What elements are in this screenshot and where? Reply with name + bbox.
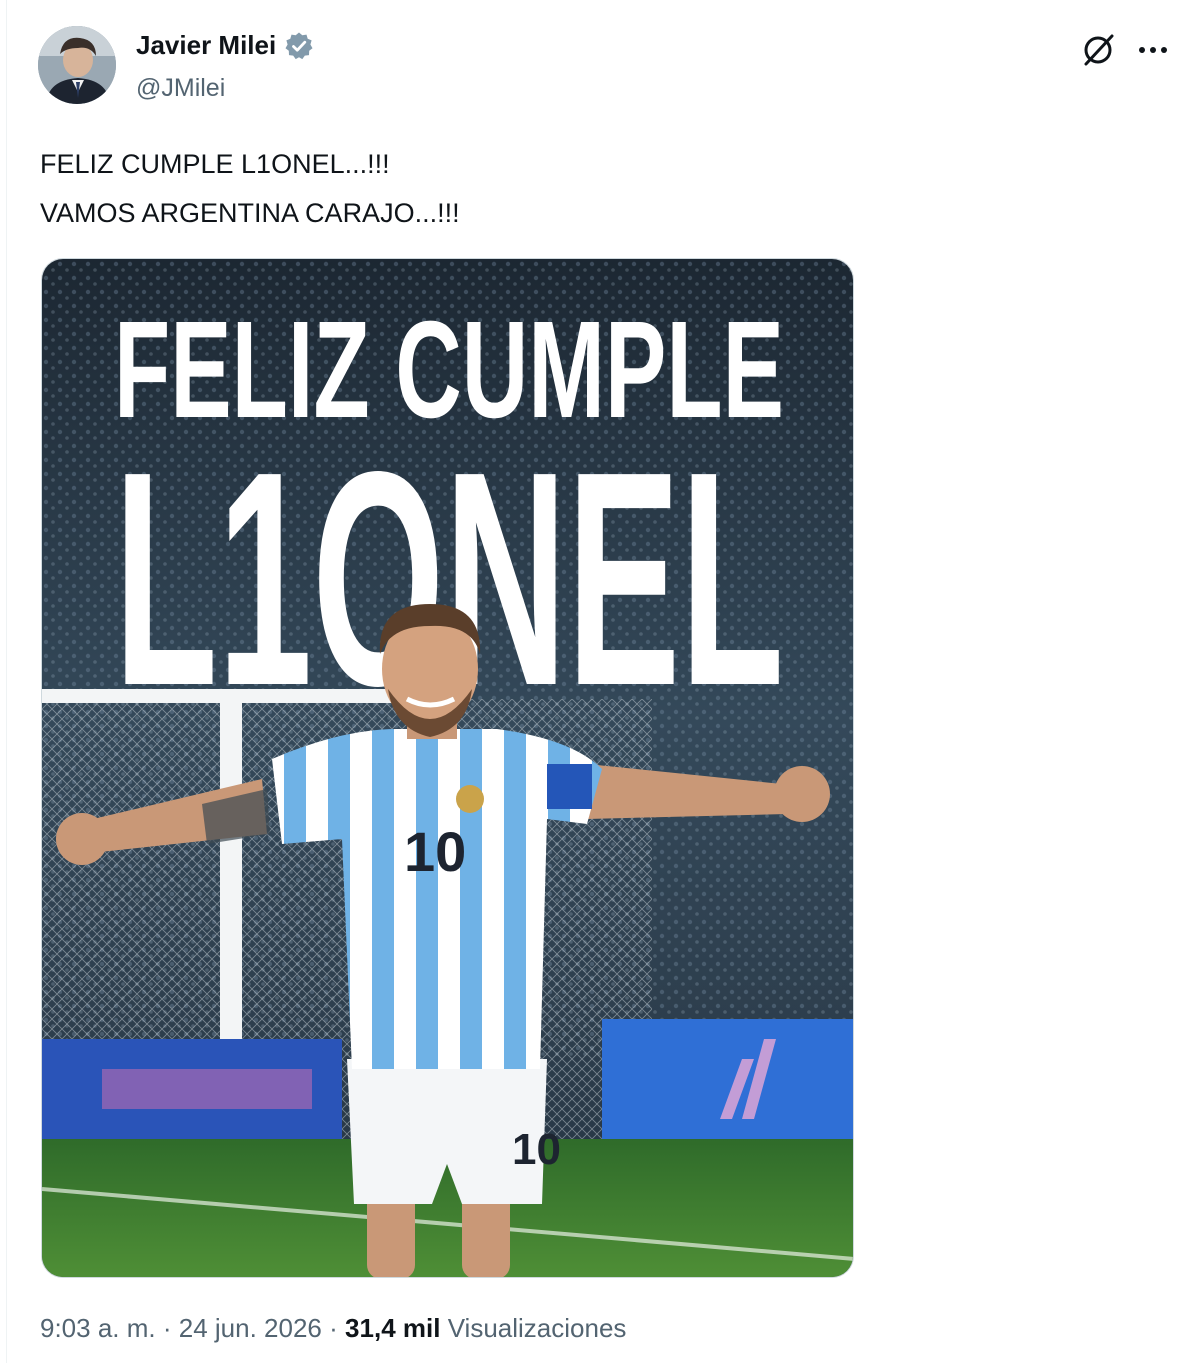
- meta-separator: ·: [329, 1313, 338, 1343]
- tweet-meta: 9:03 a. m. · 24 jun. 2026 · 31,4 mil Vis…: [40, 1313, 626, 1344]
- author-handle[interactable]: @JMilei: [136, 74, 225, 103]
- tweet-media-image[interactable]: FELIZ CUMPLE L1ONEL 10 10: [41, 258, 854, 1278]
- tweet-line-2: VAMOS ARGENTINA CARAJO...!!!: [40, 198, 460, 228]
- shorts-number: 10: [512, 1125, 561, 1174]
- avatar-image: [38, 26, 116, 104]
- author-name-row: Javier Milei: [136, 30, 314, 61]
- author-name[interactable]: Javier Milei: [136, 30, 276, 61]
- more-options-icon[interactable]: [1136, 36, 1170, 64]
- tweet-time[interactable]: 9:03 a. m.: [40, 1313, 156, 1343]
- tweet-text: FELIZ CUMPLE L1ONEL...!!! VAMOS ARGENTIN…: [40, 140, 460, 238]
- media-illustration: FELIZ CUMPLE L1ONEL 10 10: [42, 259, 853, 1277]
- grok-icon[interactable]: [1080, 32, 1116, 68]
- timeline-divider: [6, 0, 7, 1363]
- tweet-line-1: FELIZ CUMPLE L1ONEL...!!!: [40, 149, 390, 179]
- views-label: Visualizaciones: [447, 1313, 627, 1343]
- tweet-date[interactable]: 24 jun. 2026: [179, 1313, 322, 1343]
- verified-badge-icon: [285, 32, 313, 59]
- views-count: 31,4 mil: [345, 1313, 441, 1343]
- meta-separator: ·: [162, 1313, 172, 1343]
- author-avatar[interactable]: [38, 26, 116, 104]
- jersey-number: 10: [404, 820, 466, 883]
